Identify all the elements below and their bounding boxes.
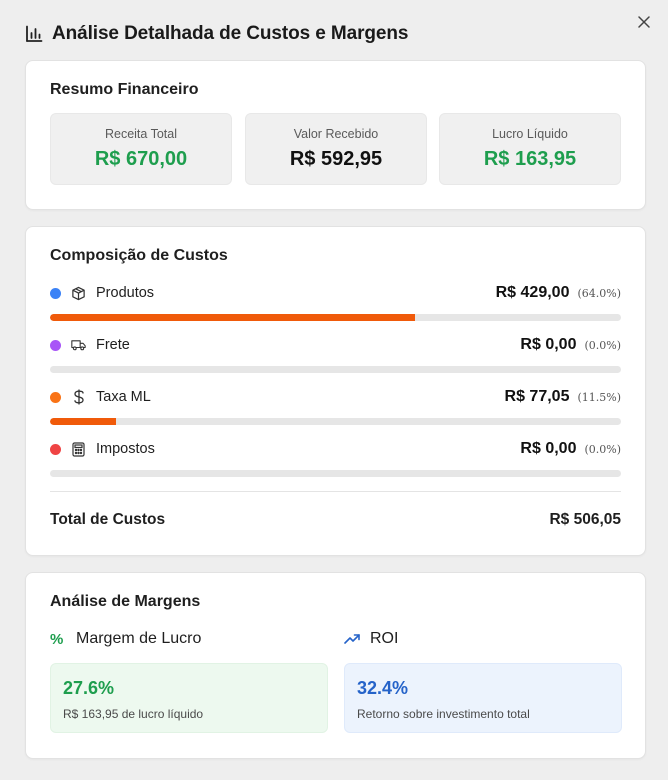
cost-bar-track [50, 366, 621, 373]
cost-percent: (64.0%) [577, 286, 621, 300]
margens-title: Análise de Margens [50, 593, 201, 610]
cost-name: Frete [96, 337, 130, 353]
stat-label: Valor Recebido [293, 127, 379, 141]
analise-margens-card: Análise de Margens % Margem de Lucro 27.… [25, 572, 646, 759]
margem-lucro-section: % Margem de Lucro 27.6% R$ 163,95 de luc… [50, 627, 328, 733]
stat-value: R$ 670,00 [94, 148, 188, 170]
percent-icon: % [50, 630, 64, 648]
trending-up-icon [344, 633, 360, 645]
truck-icon [71, 338, 86, 353]
package-icon [71, 286, 86, 301]
cost-amount: R$ 0,00 [520, 336, 577, 353]
roi-box: 32.4% Retorno sobre investimento total [344, 663, 622, 733]
cost-percent: (0.0%) [584, 338, 621, 352]
cost-row-frete: Frete R$ 0,00 (0.0%) [50, 334, 621, 374]
stat-value: R$ 592,95 [289, 148, 383, 170]
total-label: Total de Custos [50, 511, 166, 528]
cost-amount: R$ 0,00 [520, 440, 577, 457]
cost-amount: R$ 429,00 [495, 284, 570, 301]
legend-dot [50, 287, 61, 299]
legend-dot [50, 391, 61, 403]
resumo-title: Resumo Financeiro [50, 81, 199, 98]
cost-amount: R$ 77,05 [504, 388, 570, 405]
stat-label: Lucro Líquido [492, 127, 568, 141]
bar-chart-icon [26, 25, 43, 42]
dialog-title: Análise Detalhada de Custos e Margens [52, 23, 409, 44]
legend-dot [50, 443, 61, 455]
dialog-header: Análise Detalhada de Custos e Margens [25, 20, 652, 48]
cost-percent: (0.0%) [584, 442, 621, 456]
composicao-custos-card: Composição de Custos Produtos R$ 429,00 … [25, 226, 646, 556]
calculator-icon [71, 441, 86, 457]
stat-lucro-liquido: Lucro Líquido R$ 163,95 [439, 113, 621, 185]
total-row: Total de Custos R$ 506,05 [50, 511, 621, 529]
margem-lucro-box: 27.6% R$ 163,95 de lucro líquido [50, 663, 328, 733]
cost-bar-track [50, 470, 621, 477]
cost-row-taxa-ml: Taxa ML R$ 77,05 (11.5%) [50, 386, 621, 426]
margem-lucro-subtitle: R$ 163,95 de lucro líquido [63, 707, 204, 721]
stat-valor-recebido: Valor Recebido R$ 592,95 [245, 113, 427, 185]
cost-bar-fill [50, 314, 416, 321]
margem-lucro-value: 27.6% [63, 678, 115, 698]
stat-value: R$ 163,95 [483, 148, 577, 170]
total-value: R$ 506,05 [549, 511, 621, 528]
cost-name: Produtos [96, 285, 155, 301]
legend-dot [50, 339, 61, 351]
roi-subtitle: Retorno sobre investimento total [357, 707, 530, 721]
stat-receita-total: Receita Total R$ 670,00 [50, 113, 232, 185]
cost-row-produtos: Produtos R$ 429,00 (64.0%) [50, 282, 621, 322]
cost-percent: (11.5%) [577, 390, 621, 404]
margem-lucro-label: Margem de Lucro [76, 630, 202, 647]
stat-label: Receita Total [104, 127, 178, 141]
cost-name: Impostos [96, 441, 155, 457]
composicao-title: Composição de Custos [50, 247, 228, 264]
resumo-financeiro-card: Resumo Financeiro Receita Total R$ 670,0… [25, 60, 646, 210]
divider [50, 491, 621, 492]
close-button[interactable] [634, 12, 654, 32]
dollar-icon [71, 389, 86, 405]
cost-name: Taxa ML [96, 389, 151, 405]
cost-bar-track [50, 418, 621, 425]
cost-bar-fill [50, 418, 116, 425]
cost-bar-track [50, 314, 621, 321]
close-icon [638, 16, 650, 28]
roi-value: 32.4% [357, 678, 409, 698]
cost-row-impostos: Impostos R$ 0,00 (0.0%) [50, 438, 621, 478]
roi-label: ROI [370, 630, 399, 647]
roi-section: ROI 32.4% Retorno sobre investimento tot… [344, 627, 622, 733]
